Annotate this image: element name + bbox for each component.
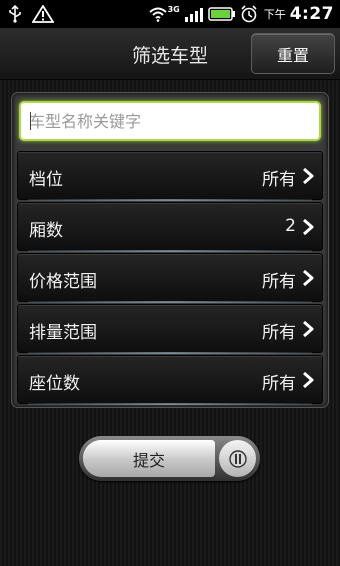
chevron-right-icon xyxy=(303,269,314,287)
chevron-right-icon xyxy=(303,320,314,338)
filter-row-price-range[interactable]: 价格范围 所有 xyxy=(17,253,323,303)
search-field-container xyxy=(19,101,321,141)
filter-row-value: 所有 xyxy=(262,170,296,190)
filter-row-label: 价格范围 xyxy=(29,272,97,292)
usb-icon xyxy=(9,5,21,23)
filter-row-label: 厢数 xyxy=(29,221,63,241)
filter-row-label: 档位 xyxy=(29,170,63,190)
filter-row-seat-count[interactable]: 座位数 所有 xyxy=(17,355,323,405)
clock-time: 4:27 xyxy=(289,4,334,24)
submit-end-cap[interactable] xyxy=(219,440,256,477)
warning-icon xyxy=(32,5,54,23)
status-bar: 3G 下午 4:27 xyxy=(0,0,340,28)
text-cursor xyxy=(30,112,31,130)
chevron-right-icon xyxy=(303,218,314,236)
battery-icon xyxy=(207,7,235,21)
filter-row-displacement-range[interactable]: 排量范围 所有 xyxy=(17,304,323,354)
filter-row-value: 所有 xyxy=(262,272,296,292)
chevron-right-icon xyxy=(303,167,314,185)
power-knob-icon xyxy=(228,449,247,468)
filter-row-body-count[interactable]: 厢数 2 xyxy=(17,202,323,252)
ampm-label: 下午 xyxy=(263,8,286,21)
filter-row-gear[interactable]: 档位 所有 xyxy=(17,151,323,201)
filter-row-label: 排量范围 xyxy=(29,323,97,343)
filter-row-value: 2 xyxy=(285,216,296,236)
chevron-right-icon xyxy=(303,371,314,389)
reset-button[interactable]: 重置 xyxy=(251,33,335,74)
filter-row-value: 所有 xyxy=(262,323,296,343)
submit-button-frame: 提交 xyxy=(79,436,260,481)
3g-signal-icon xyxy=(184,8,203,22)
filter-panel: 档位 所有 厢数 2 价格范围 所有 排量范围 所有 座位数 所有 xyxy=(11,92,329,408)
network-type-label: 3G xyxy=(167,4,180,14)
wifi-icon xyxy=(148,7,167,22)
submit-button[interactable]: 提交 xyxy=(83,440,215,477)
alarm-icon xyxy=(241,5,257,23)
search-input[interactable] xyxy=(21,103,319,139)
filter-row-label: 座位数 xyxy=(29,374,80,394)
filter-row-value: 所有 xyxy=(262,374,296,394)
title-bar: 筛选车型 重置 xyxy=(0,28,340,80)
